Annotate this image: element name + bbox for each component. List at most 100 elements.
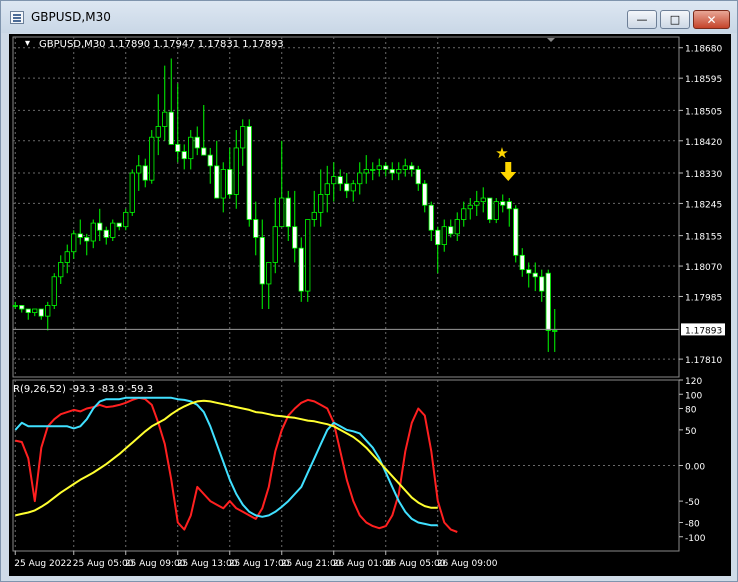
star-icon: ★	[495, 144, 508, 162]
title-bar[interactable]: GBPUSD,M30 — □ ✕	[1, 1, 737, 33]
candle-body	[311, 211, 317, 220]
candle-body	[25, 308, 31, 313]
candle-body	[435, 229, 441, 245]
price-tick-label: 1.18595	[685, 75, 722, 85]
price-tick-label: 1.18505	[685, 107, 722, 117]
candle-body	[500, 201, 506, 206]
candle-body	[97, 222, 103, 231]
price-tick-label: 1.18155	[685, 233, 722, 243]
oscillator-tick-label: -50	[685, 498, 700, 508]
candle-body	[77, 233, 83, 238]
candle-body	[526, 269, 532, 274]
candle-body	[285, 197, 291, 228]
candle-body	[168, 111, 174, 145]
candle-body	[493, 201, 499, 220]
candle-body	[188, 136, 194, 160]
candle-body	[305, 219, 311, 292]
oscillator-lines	[14, 396, 458, 533]
candle-body	[337, 176, 343, 185]
candle-body	[233, 147, 239, 195]
candle-body	[155, 126, 161, 138]
candle-body	[272, 226, 278, 263]
axes: 1.18680 1.18595 1.18505 1.18420 1.18330 1.182…	[13, 45, 725, 569]
candle-body	[207, 154, 213, 167]
candle-body	[175, 143, 181, 152]
candle-body	[506, 201, 512, 210]
shift-marker	[547, 38, 555, 42]
candle-body	[467, 204, 473, 210]
candle-body	[142, 165, 148, 181]
price-tick-label: 1.18245	[685, 200, 722, 210]
candle-body	[201, 147, 207, 156]
candle-body	[409, 165, 415, 170]
main-chart-triangle[interactable]: ▾	[25, 38, 30, 49]
chart-window-icon	[10, 11, 24, 24]
oscillator-tick-label: -100	[685, 534, 706, 544]
oscillator-tick-label: 80	[685, 406, 697, 416]
candle-body	[19, 305, 25, 310]
candle-body	[103, 229, 109, 238]
candles	[12, 58, 558, 352]
candle-body	[513, 208, 519, 256]
candle-body	[461, 208, 467, 220]
candle-body	[181, 151, 187, 160]
candle-body	[350, 183, 356, 192]
candle-body	[389, 169, 395, 174]
close-button[interactable]: ✕	[693, 10, 730, 29]
candle-body	[84, 237, 90, 242]
candle-body	[474, 201, 480, 206]
close-icon: ✕	[706, 12, 717, 27]
minimize-icon: —	[636, 13, 648, 26]
candle-body	[357, 172, 363, 185]
time-tick-label: 26 Aug 09:00	[437, 559, 498, 569]
candle-body	[12, 305, 18, 307]
candle-body	[402, 165, 408, 170]
candle-body	[480, 197, 486, 203]
oscillator-series-0	[15, 396, 458, 533]
candle-body	[266, 262, 272, 285]
price-tick-label: 1.18070	[685, 263, 722, 273]
main-chart-header: GBPUSD,M30 1.17890 1.17947 1.17831 1.178…	[39, 39, 284, 50]
candle-body	[129, 172, 135, 213]
minimize-button[interactable]: —	[627, 10, 657, 29]
candle-body	[331, 176, 337, 185]
signal-markers: ★	[495, 144, 517, 182]
candle-body	[162, 111, 168, 127]
candle-body	[123, 211, 129, 228]
candle-body	[383, 165, 389, 170]
main-pane-border	[12, 36, 680, 378]
oscillator-tick-label: 100	[685, 391, 702, 401]
candle-body	[324, 183, 330, 195]
candle-body	[415, 169, 421, 185]
candle-body	[136, 165, 142, 174]
candle-body	[220, 169, 226, 199]
candle-body	[32, 308, 38, 313]
arrow-down-icon	[500, 162, 517, 182]
candle-body	[110, 222, 116, 238]
candle-body	[441, 226, 447, 245]
oscillator-tick-label: -80	[685, 520, 700, 530]
candle-body	[259, 237, 265, 285]
candle-body	[45, 305, 51, 317]
oscillator-header: R(9,26,52) -93.3 -83.9 -59.3	[13, 384, 153, 395]
chart-svg[interactable]: 1.18680 1.18595 1.18505 1.18420 1.18330 1.182…	[9, 34, 731, 576]
oscillator-tick-label: 50	[685, 427, 697, 437]
candle-body	[90, 222, 96, 242]
candle-body	[376, 165, 382, 170]
candle-body	[279, 197, 285, 228]
candle-body	[370, 169, 376, 171]
candle-body	[227, 169, 233, 195]
chart-area[interactable]: 1.18680 1.18595 1.18505 1.18420 1.18330 1.182…	[9, 34, 731, 576]
candle-body	[552, 330, 558, 332]
candle-body	[428, 204, 434, 231]
candle-body	[298, 247, 304, 292]
candle-body	[396, 169, 402, 174]
maximize-button[interactable]: □	[660, 10, 690, 29]
price-tick-label: 1.17985	[685, 293, 722, 303]
candle-body	[214, 165, 220, 199]
candle-body	[71, 233, 77, 253]
candle-body	[532, 272, 538, 278]
candle-body	[363, 169, 369, 174]
candle-body	[194, 136, 200, 149]
candle-body	[454, 219, 460, 235]
